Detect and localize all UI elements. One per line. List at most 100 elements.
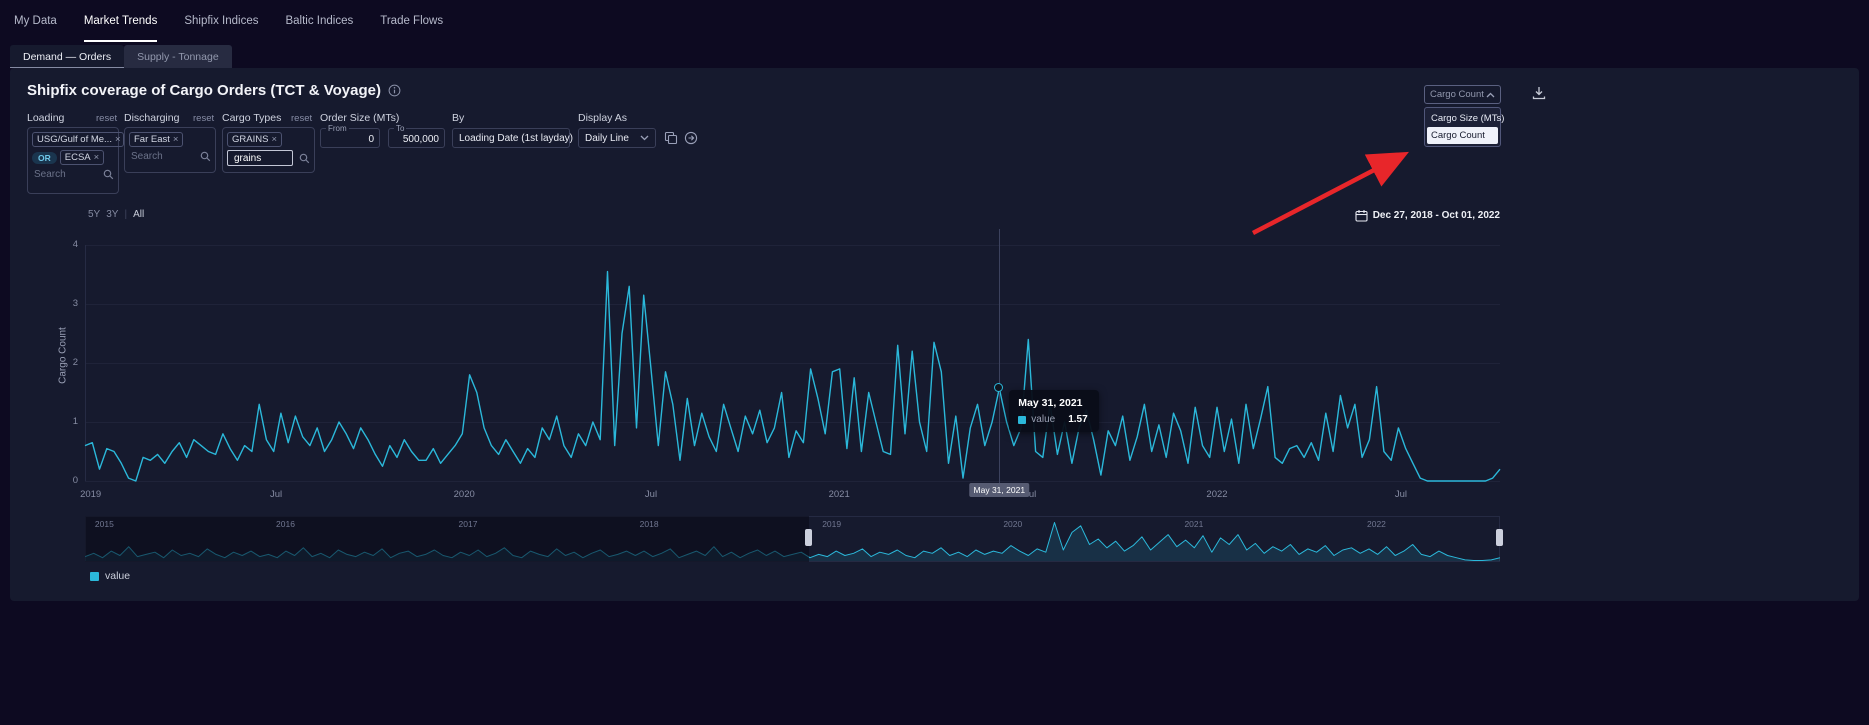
x-axis-tick-label: Jul bbox=[1395, 489, 1407, 500]
page-title: Shipfix coverage of Cargo Orders (TCT & … bbox=[27, 82, 381, 99]
cargo-types-tag-grains[interactable]: GRAINS × bbox=[227, 132, 282, 147]
date-range-picker[interactable]: Dec 27, 2018 - Oct 01, 2022 bbox=[1355, 209, 1500, 222]
legend-label: value bbox=[105, 570, 130, 582]
discharging-reset-button[interactable]: reset bbox=[193, 113, 214, 124]
range-5y-button[interactable]: 5Y bbox=[88, 209, 100, 220]
y-axis-tick-label: 4 bbox=[48, 239, 78, 250]
x-axis-tick-label: Jul bbox=[645, 489, 657, 500]
order-size-from-input[interactable] bbox=[321, 131, 379, 149]
cargo-types-reset-button[interactable]: reset bbox=[291, 113, 312, 124]
remove-tag-icon[interactable]: × bbox=[271, 134, 277, 145]
navigator-year-label: 2017 bbox=[459, 519, 478, 529]
loading-tag-usg-label: USG/Gulf of Me... bbox=[37, 134, 112, 145]
search-icon bbox=[299, 153, 310, 164]
x-axis-tick-label: 2020 bbox=[454, 489, 475, 500]
y-axis-tick-label: 3 bbox=[48, 298, 78, 309]
calendar-icon bbox=[1355, 209, 1368, 222]
loading-filter-box: USG/Gulf of Me... × OR ECSA × bbox=[27, 127, 119, 194]
loading-tag-usg[interactable]: USG/Gulf of Me... × bbox=[32, 132, 124, 147]
navigator-year-label: 2022 bbox=[1367, 519, 1386, 529]
display-as-select[interactable]: Daily Line bbox=[578, 128, 656, 148]
nav-item-baltic-indices[interactable]: Baltic Indices bbox=[285, 0, 353, 42]
by-select[interactable]: Loading Date (1st layday) bbox=[452, 128, 570, 148]
loading-reset-button[interactable]: reset bbox=[96, 113, 117, 124]
y-axis-tick-label: 0 bbox=[48, 475, 78, 486]
metric-option-cargo-size[interactable]: Cargo Size (MTs) bbox=[1427, 110, 1498, 127]
metric-select-value: Cargo Count bbox=[1430, 89, 1484, 100]
y-axis-tick-label: 1 bbox=[48, 416, 78, 427]
tooltip-value: 1.57 bbox=[1068, 414, 1087, 425]
metric-dropdown-menu: Cargo Size (MTs) Cargo Count bbox=[1424, 107, 1501, 147]
cargo-types-label: Cargo Types bbox=[222, 112, 281, 124]
x-axis-tick-label: 2019 bbox=[80, 489, 101, 500]
tooltip-series-name: value bbox=[1031, 414, 1055, 425]
copy-chart-button[interactable] bbox=[664, 131, 679, 146]
loading-tag-ecsa[interactable]: ECSA × bbox=[60, 150, 104, 165]
discharging-tag-label: Far East bbox=[134, 134, 170, 145]
nav-item-trade-flows[interactable]: Trade Flows bbox=[380, 0, 443, 42]
download-button[interactable] bbox=[1531, 85, 1547, 101]
range-all-button[interactable]: All bbox=[133, 209, 144, 220]
display-as-label: Display As bbox=[578, 112, 627, 124]
by-select-value: Loading Date (1st layday) bbox=[459, 133, 573, 144]
metric-option-cargo-count[interactable]: Cargo Count bbox=[1427, 127, 1498, 144]
discharging-search-input[interactable] bbox=[129, 150, 191, 163]
legend-marker bbox=[90, 572, 99, 581]
date-range-text: Dec 27, 2018 - Oct 01, 2022 bbox=[1373, 210, 1500, 221]
navigator-right-handle[interactable] bbox=[1496, 529, 1503, 546]
x-axis-tick-label: 2022 bbox=[1206, 489, 1227, 500]
to-label: To bbox=[394, 124, 406, 133]
info-icon[interactable] bbox=[388, 84, 401, 97]
order-size-to-input[interactable] bbox=[389, 131, 444, 149]
top-navigation: My Data Market Trends Shipfix Indices Ba… bbox=[0, 0, 1869, 42]
range-divider: | bbox=[124, 209, 127, 220]
nav-item-shipfix-indices[interactable]: Shipfix Indices bbox=[184, 0, 258, 42]
display-as-select-value: Daily Line bbox=[585, 133, 629, 144]
tab-supply-tonnage[interactable]: Supply - Tonnage bbox=[124, 45, 232, 68]
y-axis-title: Cargo Count bbox=[58, 311, 69, 401]
discharging-tag-far-east[interactable]: Far East × bbox=[129, 132, 183, 147]
loading-search-input[interactable] bbox=[32, 168, 94, 181]
search-icon bbox=[200, 151, 211, 162]
tooltip: May 31, 2021 value 1.57 bbox=[1009, 390, 1099, 432]
search-icon bbox=[103, 169, 114, 180]
copy-icon bbox=[664, 131, 678, 145]
range-3y-button[interactable]: 3Y bbox=[106, 209, 118, 220]
order-size-to-field: To bbox=[388, 128, 445, 148]
order-size-label: Order Size (MTs) bbox=[320, 112, 399, 124]
navigator-left-handle[interactable] bbox=[805, 529, 812, 546]
metric-select[interactable]: Cargo Count bbox=[1424, 85, 1501, 104]
cargo-types-search-input[interactable] bbox=[232, 152, 288, 165]
download-icon bbox=[1531, 85, 1547, 101]
nav-item-my-data[interactable]: My Data bbox=[14, 0, 57, 42]
loading-tag-ecsa-label: ECSA bbox=[65, 152, 91, 163]
cargo-types-tag-label: GRAINS bbox=[232, 134, 268, 145]
remove-tag-icon[interactable]: × bbox=[115, 134, 121, 145]
legend-item-value[interactable]: value bbox=[90, 570, 130, 582]
crosshair-axis-label: May 31, 2021 bbox=[970, 483, 1030, 497]
arrow-circle-icon bbox=[684, 131, 698, 145]
cargo-types-filter-box: GRAINS × bbox=[222, 127, 315, 173]
navigator-year-label: 2020 bbox=[1003, 519, 1022, 529]
remove-tag-icon[interactable]: × bbox=[173, 134, 179, 145]
nav-item-market-trends[interactable]: Market Trends bbox=[84, 0, 158, 42]
remove-tag-icon[interactable]: × bbox=[94, 152, 100, 163]
discharging-filter-box: Far East × bbox=[124, 127, 216, 173]
sub-tabs: Demand — Orders Supply - Tonnage bbox=[10, 45, 232, 68]
navigator-year-label: 2021 bbox=[1184, 519, 1203, 529]
range-buttons: 5Y 3Y | All bbox=[88, 209, 144, 220]
from-label: From bbox=[326, 124, 349, 133]
chevron-down-icon bbox=[640, 135, 649, 141]
tooltip-series-marker bbox=[1018, 416, 1026, 424]
navigator-year-label: 2019 bbox=[822, 519, 841, 529]
by-label: By bbox=[452, 112, 464, 124]
loading-label: Loading bbox=[27, 112, 64, 124]
y-axis-tick-label: 2 bbox=[48, 357, 78, 368]
x-axis-tick-label: Jul bbox=[270, 489, 282, 500]
main-line-chart[interactable] bbox=[85, 245, 1500, 481]
open-chart-button[interactable] bbox=[684, 131, 699, 146]
navigator-unselected-overlay bbox=[85, 516, 809, 562]
or-operator-badge: OR bbox=[32, 152, 57, 164]
x-axis-tick-label: 2021 bbox=[829, 489, 850, 500]
tab-demand-orders[interactable]: Demand — Orders bbox=[10, 45, 124, 68]
